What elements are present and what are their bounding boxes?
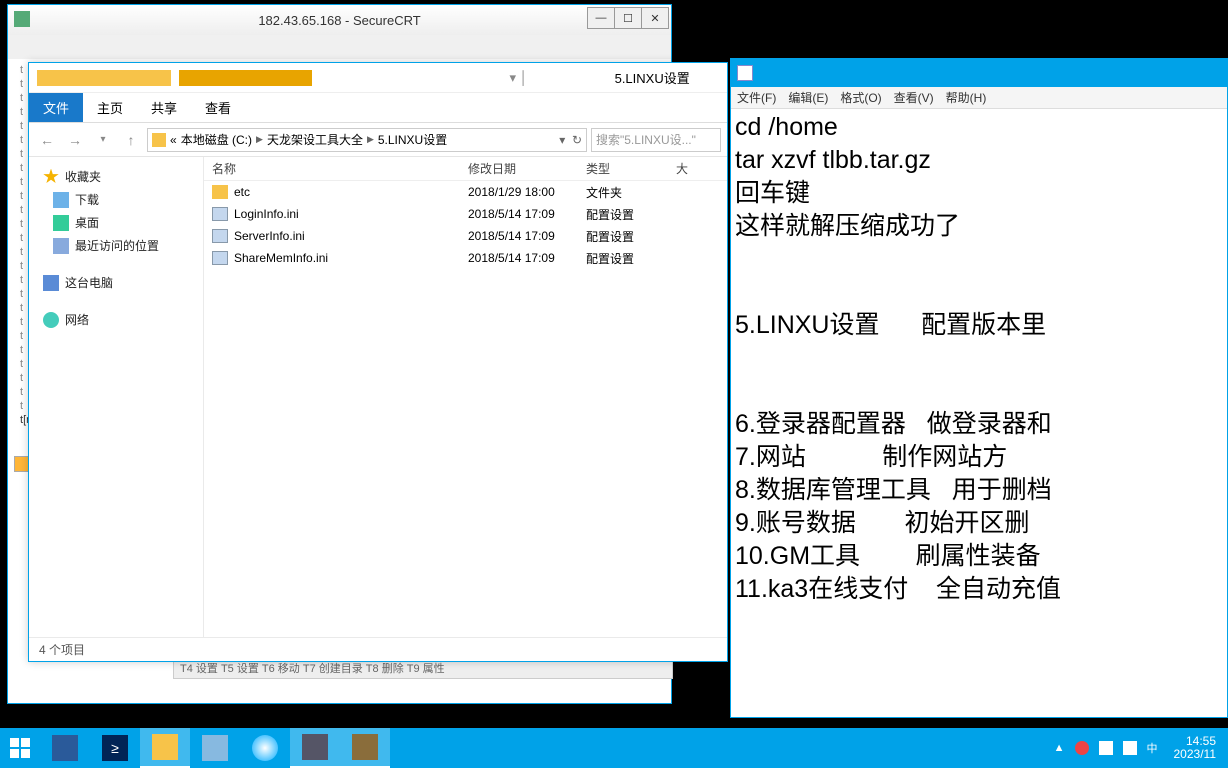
tray-up-icon[interactable]: ▲	[1054, 742, 1065, 754]
nav-up-button[interactable]: ↑	[119, 128, 143, 152]
close-button[interactable]: ✕	[641, 7, 669, 29]
nav-history-button[interactable]: ▾	[91, 128, 115, 152]
tray-flag-icon[interactable]	[1075, 741, 1089, 755]
nav-back-button[interactable]: ←	[35, 128, 59, 152]
file-list-header[interactable]: 名称 修改日期 类型 大	[204, 157, 727, 181]
search-input[interactable]: 搜索"5.LINXU设..."	[591, 128, 721, 152]
notepad-titlebar[interactable]	[731, 59, 1227, 87]
securecrt-titlebar[interactable]: 182.43.65.168 - SecureCRT — ☐ ✕	[8, 5, 671, 35]
taskbar-clock[interactable]: 14:55 2023/11	[1168, 735, 1223, 761]
notepad-menubar: 文件(F) 编辑(E) 格式(O) 查看(V) 帮助(H)	[731, 87, 1227, 109]
taskbar-item-explorer[interactable]	[140, 728, 190, 768]
notepad-window: 文件(F) 编辑(E) 格式(O) 查看(V) 帮助(H) cd /home t…	[730, 58, 1228, 718]
column-size[interactable]: 大	[668, 160, 708, 177]
pc-icon	[43, 275, 59, 291]
sidebar-item-downloads[interactable]: 下载	[35, 188, 197, 211]
securecrt-icon	[14, 11, 30, 27]
minimize-button[interactable]: —	[587, 7, 615, 29]
explorer-navbar: ← → ▾ ↑ « 本地磁盘 (C:) ▶ 天龙架设工具大全 ▶ 5.LINXU…	[29, 123, 727, 157]
taskbar-item-server[interactable]	[40, 728, 90, 768]
column-type[interactable]: 类型	[578, 160, 668, 177]
tray-network-icon[interactable]	[1099, 741, 1113, 755]
breadcrumb-segment[interactable]: 5.LINXU设置	[378, 131, 447, 148]
network-icon	[43, 312, 59, 328]
ini-file-icon	[212, 251, 228, 265]
folder-icon	[212, 185, 228, 199]
system-tray: ▲ 中 14:55 2023/11	[1054, 735, 1228, 761]
breadcrumb-segment[interactable]: 天龙架设工具大全	[267, 131, 363, 148]
file-list: 名称 修改日期 类型 大 etc2018/1/29 18:00文件夹LoginI…	[204, 157, 727, 637]
ribbon-tab-home[interactable]: 主页	[83, 93, 137, 122]
ribbon-tab-view[interactable]: 查看	[191, 93, 245, 122]
column-name[interactable]: 名称	[204, 160, 460, 177]
explorer-sidebar: 收藏夹 下载 桌面 最近访问的位置 这台电脑 网络	[29, 157, 204, 637]
taskbar-item-securecrt[interactable]	[290, 728, 340, 768]
file-row[interactable]: LoginInfo.ini2018/5/14 17:09配置设置	[204, 203, 727, 225]
maximize-button[interactable]: ☐	[614, 7, 642, 29]
breadcrumb-segment[interactable]: 本地磁盘 (C:)	[181, 131, 252, 148]
column-date[interactable]: 修改日期	[460, 160, 578, 177]
download-icon	[53, 192, 69, 208]
tray-volume-icon[interactable]	[1123, 741, 1137, 755]
taskbar-item-powershell[interactable]: ≥	[90, 728, 140, 768]
ini-file-icon	[212, 229, 228, 243]
chevron-right-icon: ▶	[256, 134, 263, 145]
file-row[interactable]: ServerInfo.ini2018/5/14 17:09配置设置	[204, 225, 727, 247]
ribbon-tab-file[interactable]: 文件	[29, 93, 83, 122]
explorer-window: ▾ │ 5.LINXU设置 文件 主页 共享 查看 ← → ▾ ↑ « 本地磁盘…	[28, 62, 728, 662]
menu-file[interactable]: 文件(F)	[737, 89, 776, 106]
file-row[interactable]: etc2018/1/29 18:00文件夹	[204, 181, 727, 203]
breadcrumb[interactable]: « 本地磁盘 (C:) ▶ 天龙架设工具大全 ▶ 5.LINXU设置 ▾ ↻	[147, 128, 587, 152]
ribbon-tab-share[interactable]: 共享	[137, 93, 191, 122]
securecrt-title-text: 182.43.65.168 - SecureCRT	[258, 13, 420, 28]
folder-icon	[37, 70, 171, 86]
menu-help[interactable]: 帮助(H)	[946, 89, 987, 106]
menu-view[interactable]: 查看(V)	[894, 89, 934, 106]
recent-icon	[53, 238, 69, 254]
file-row[interactable]: ShareMemInfo.ini2018/5/14 17:09配置设置	[204, 247, 727, 269]
tray-ime-icon[interactable]: 中	[1147, 740, 1158, 756]
breadcrumb-segment[interactable]: «	[170, 133, 177, 147]
start-button[interactable]	[0, 728, 40, 768]
ini-file-icon	[212, 207, 228, 221]
sidebar-item-network[interactable]: 网络	[35, 308, 197, 331]
taskbar-item-ie[interactable]	[240, 728, 290, 768]
taskbar: ≥ ▲ 中 14:55 2023/11	[0, 728, 1228, 768]
folder-icon	[152, 133, 166, 147]
menu-edit[interactable]: 编辑(E)	[788, 89, 828, 106]
sidebar-item-recent[interactable]: 最近访问的位置	[35, 234, 197, 257]
sidebar-item-desktop[interactable]: 桌面	[35, 211, 197, 234]
search-placeholder: 搜索"5.LINXU设..."	[596, 131, 696, 148]
folder-icon	[179, 70, 313, 86]
taskbar-item-notepad[interactable]	[340, 728, 390, 768]
explorer-statusbar: 4 个项目	[29, 637, 727, 661]
notepad-textarea[interactable]: cd /home tar xzvf tlbb.tar.gz 回车键 这样就解压缩…	[731, 109, 1227, 608]
securecrt-menubar[interactable]	[8, 35, 671, 59]
explorer-ribbon: 文件 主页 共享 查看	[29, 93, 727, 123]
chevron-right-icon: ▶	[367, 134, 374, 145]
star-icon	[43, 169, 59, 185]
nav-forward-button[interactable]: →	[63, 128, 87, 152]
notepad-icon	[737, 65, 753, 81]
taskbar-item-app1[interactable]	[190, 728, 240, 768]
explorer-titlebar[interactable]: ▾ │ 5.LINXU设置	[29, 63, 727, 93]
explorer-title-text: 5.LINXU设置	[585, 68, 719, 87]
sidebar-item-thispc[interactable]: 这台电脑	[35, 271, 197, 294]
menu-format[interactable]: 格式(O)	[840, 89, 881, 106]
sidebar-item-favorites[interactable]: 收藏夹	[35, 165, 197, 188]
windows-logo-icon	[10, 738, 30, 758]
desktop-icon	[53, 215, 69, 231]
